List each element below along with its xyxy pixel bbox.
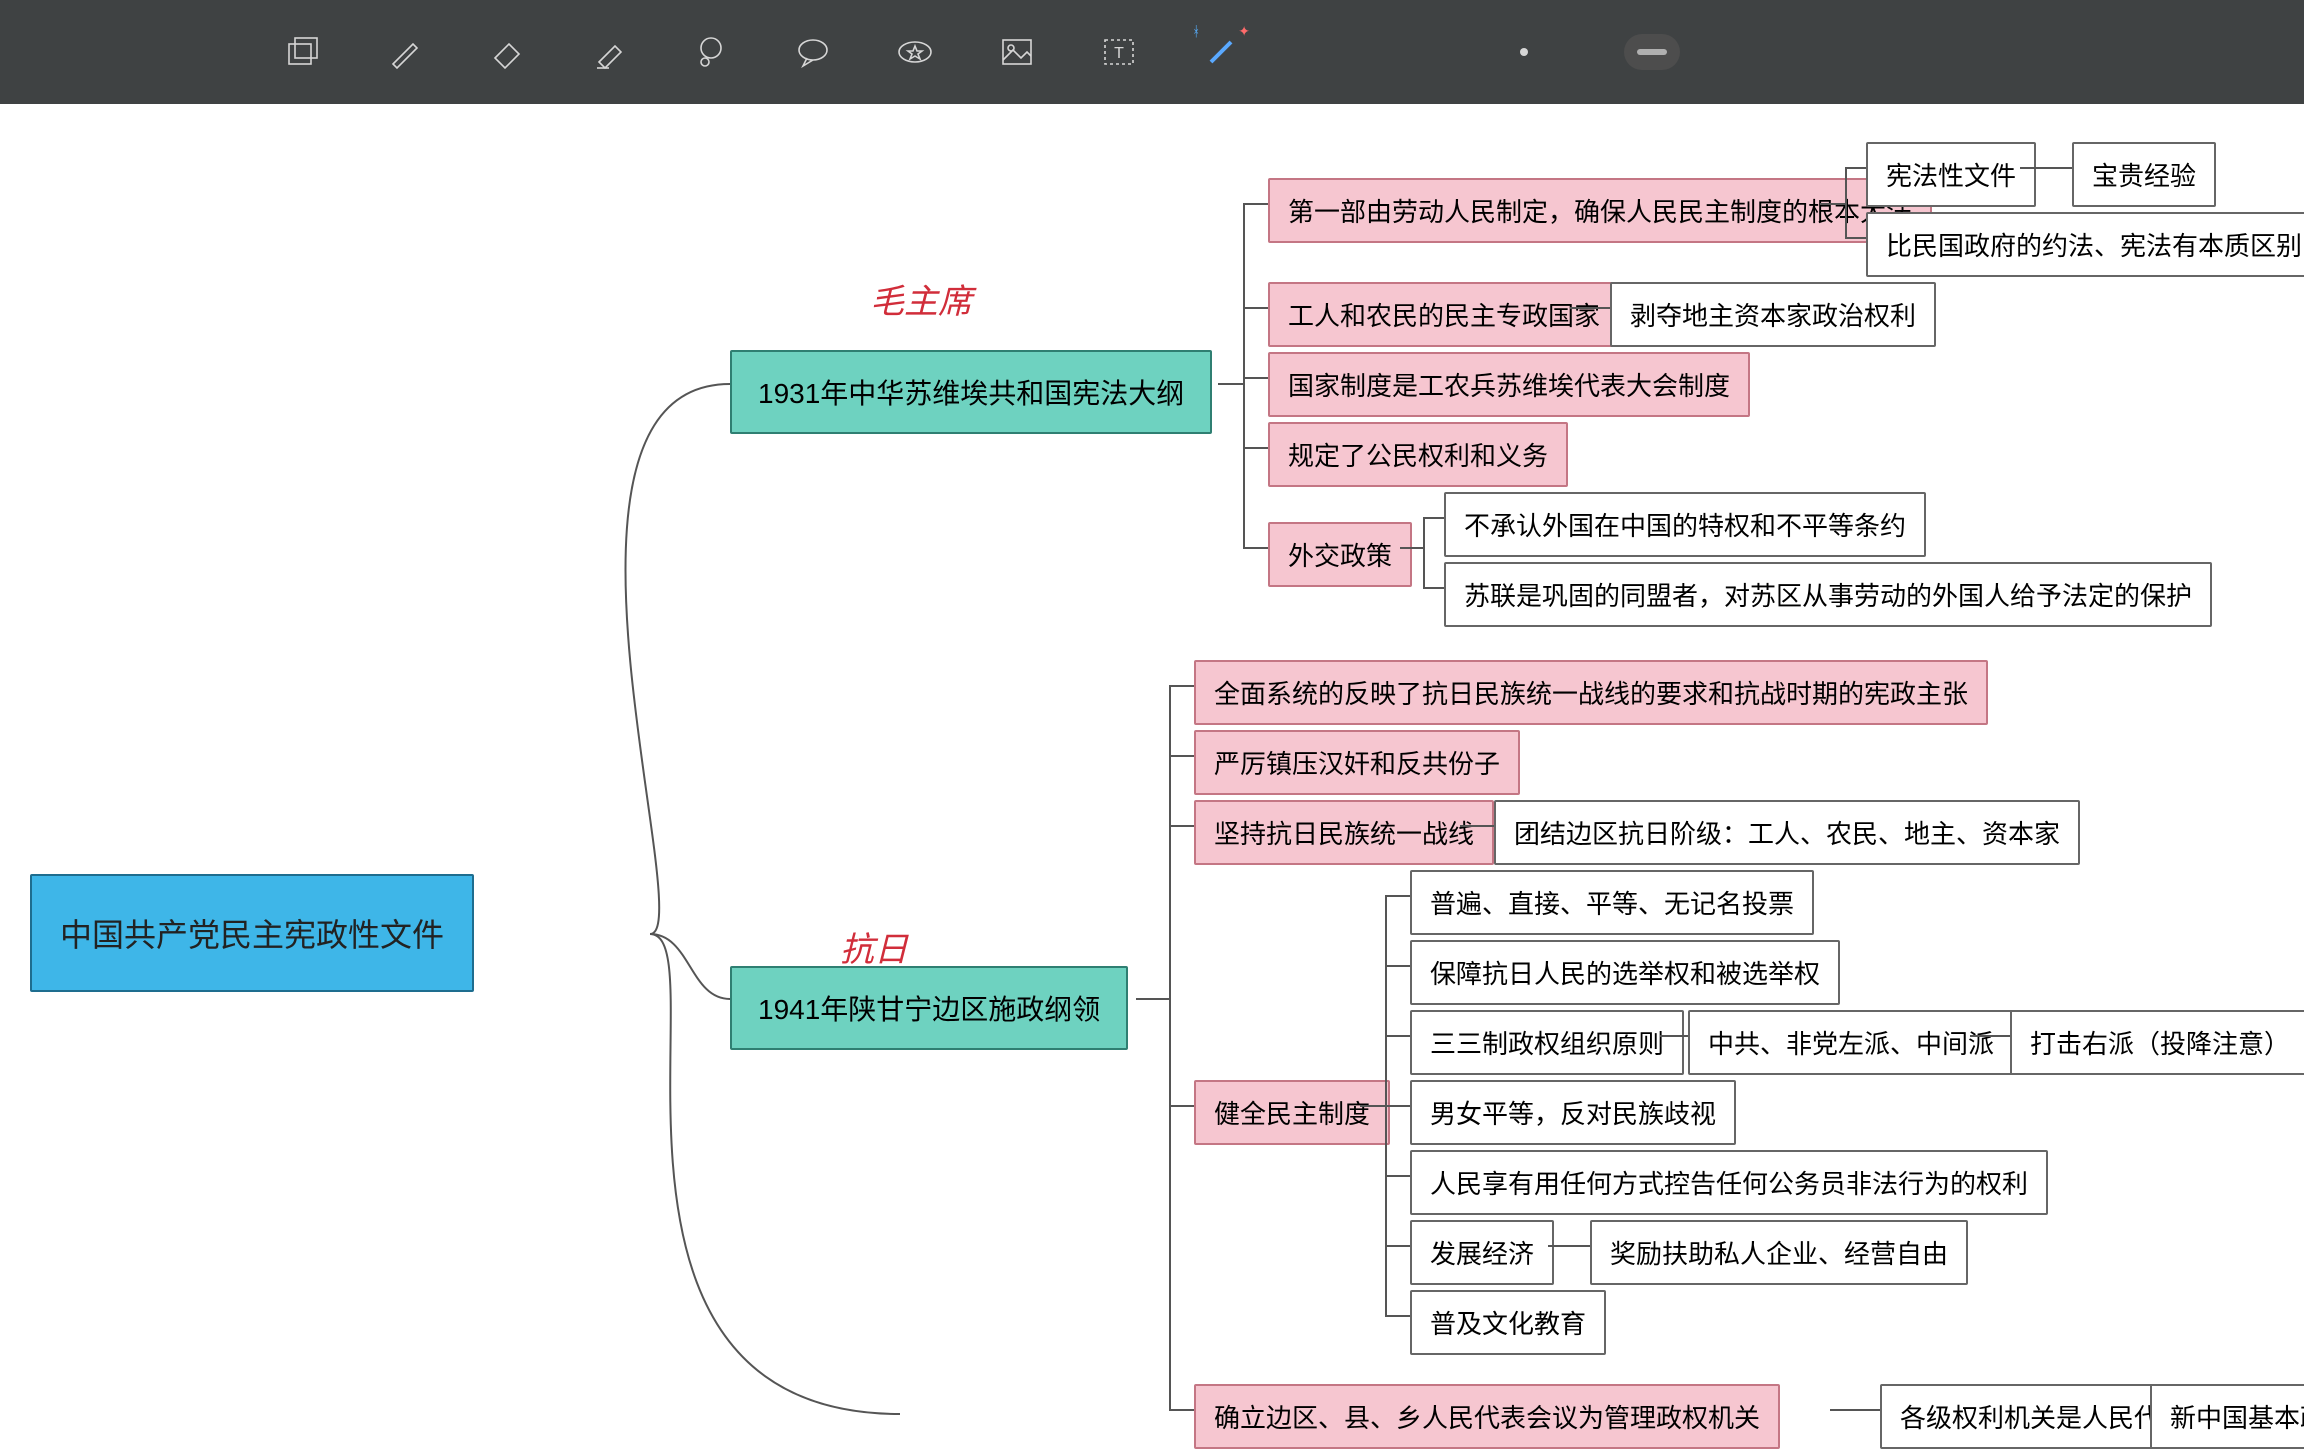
mindmap-node[interactable]: 规定了公民权利和义务 — [1268, 422, 1568, 487]
speech-bubble-icon[interactable] — [790, 29, 836, 75]
text-icon[interactable]: T — [1096, 29, 1142, 75]
toolbar: T ᚼ✦ — [0, 0, 2304, 104]
mindmap-node[interactable]: 外交政策 — [1268, 522, 1412, 587]
mindmap-node[interactable]: 健全民主制度 — [1194, 1080, 1390, 1145]
stroke-style-swatch[interactable] — [1624, 34, 1680, 70]
mindmap-node[interactable]: 新中国基本政治 — [2150, 1384, 2304, 1449]
diagram-canvas[interactable]: 毛主席 抗日 中国共产党民主宪政性文件 1931年中华苏维埃共和国宪法大纲 第一… — [0, 104, 2304, 1444]
mindmap-node[interactable]: 确立边区、县、乡人民代表会议为管理政权机关 — [1194, 1384, 1780, 1449]
mindmap-branch[interactable]: 1941年陕甘宁边区施政纲领 — [730, 966, 1128, 1050]
mindmap-node[interactable]: 三三制政权组织原则 — [1410, 1010, 1684, 1075]
layers-icon[interactable] — [280, 29, 326, 75]
mindmap-node[interactable]: 宝贵经验 — [2072, 142, 2216, 207]
brush-size-indicator[interactable] — [1520, 48, 1528, 56]
lasso-icon[interactable] — [688, 29, 734, 75]
mindmap-node[interactable]: 中共、非党左派、中间派 — [1688, 1010, 2014, 1075]
mindmap-node[interactable]: 第一部由劳动人民制定，确保人民民主制度的根本大法 — [1268, 178, 1932, 243]
mindmap-node[interactable]: 保障抗日人民的选举权和被选举权 — [1410, 940, 1840, 1005]
mindmap-node[interactable]: 人民享有用任何方式控告任何公务员非法行为的权利 — [1410, 1150, 2048, 1215]
mindmap-node[interactable]: 普遍、直接、平等、无记名投票 — [1410, 870, 1814, 935]
mindmap-node[interactable]: 剥夺地主资本家政治权利 — [1610, 282, 1936, 347]
mindmap-node[interactable]: 坚持抗日民族统一战线 — [1194, 800, 1494, 865]
mindmap-node[interactable]: 苏联是巩固的同盟者，对苏区从事劳动的外国人给予法定的保护 — [1444, 562, 2212, 627]
mindmap-node[interactable]: 奖励扶助私人企业、经营自由 — [1590, 1220, 1968, 1285]
magic-wand-icon[interactable]: ᚼ✦ — [1198, 29, 1244, 75]
mindmap-node[interactable]: 比民国政府的约法、宪法有本质区别 — [1866, 212, 2304, 277]
mindmap-node[interactable]: 男女平等，反对民族歧视 — [1410, 1080, 1736, 1145]
mindmap-node[interactable]: 工人和农民的民主专政国家 — [1268, 282, 1620, 347]
mindmap-root[interactable]: 中国共产党民主宪政性文件 — [30, 874, 474, 992]
star-badge-icon[interactable] — [892, 29, 938, 75]
mindmap-node[interactable]: 全面系统的反映了抗日民族统一战线的要求和抗战时期的宪政主张 — [1194, 660, 1988, 725]
pen-icon[interactable] — [382, 29, 428, 75]
eraser-icon[interactable] — [484, 29, 530, 75]
mindmap-node[interactable]: 国家制度是工农兵苏维埃代表大会制度 — [1268, 352, 1750, 417]
mindmap-branch[interactable]: 1931年中华苏维埃共和国宪法大纲 — [730, 350, 1212, 434]
mindmap-node[interactable]: 发展经济 — [1410, 1220, 1554, 1285]
handwriting-annotation: 毛主席 — [870, 274, 972, 323]
mindmap-node[interactable]: 不承认外国在中国的特权和不平等条约 — [1444, 492, 1926, 557]
mindmap-node[interactable]: 普及文化教育 — [1410, 1290, 1606, 1355]
mindmap-node[interactable]: 宪法性文件 — [1866, 142, 2036, 207]
mindmap-node[interactable]: 团结边区抗日阶级：工人、农民、地主、资本家 — [1494, 800, 2080, 865]
image-icon[interactable] — [994, 29, 1040, 75]
svg-text:T: T — [1114, 45, 1124, 62]
handwriting-annotation: 抗日 — [840, 922, 908, 971]
mindmap-node[interactable]: 打击右派（投降注意） — [2010, 1010, 2304, 1075]
mindmap-node[interactable]: 严厉镇压汉奸和反共份子 — [1194, 730, 1520, 795]
highlighter-icon[interactable] — [586, 29, 632, 75]
